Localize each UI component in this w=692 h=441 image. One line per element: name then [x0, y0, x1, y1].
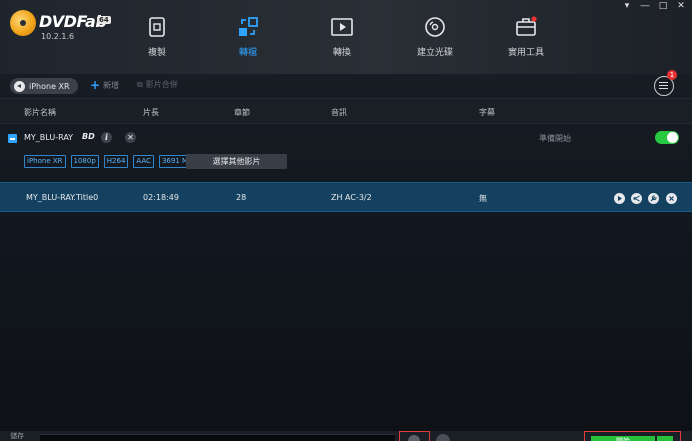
device-profile-button[interactable]: iPhone XR [10, 78, 78, 94]
menu-dropdown-icon[interactable]: ▾ [622, 0, 632, 12]
tag-audio-codec[interactable]: AAC [133, 155, 154, 168]
nav-ripper[interactable]: 轉檔 [218, 16, 278, 66]
list-icon [659, 82, 668, 89]
maximize-icon[interactable]: □ [658, 0, 668, 12]
column-chapters[interactable]: 章節 [234, 107, 250, 118]
column-subtitle[interactable]: 字幕 [479, 107, 495, 118]
settings-icon[interactable] [648, 193, 659, 204]
device-profile-label: iPhone XR [29, 81, 70, 91]
start-button[interactable]: 開始 [591, 436, 655, 441]
title-name: MY_BLU-RAY.Title0 [26, 193, 99, 202]
merge-icon: ⧉ [137, 79, 143, 89]
header: DVDFab 64 10.2.1.6 ▾ ― □ ✕ 複製 轉檔 轉換 建立光碟… [0, 0, 692, 74]
start-options-dropdown[interactable] [657, 436, 673, 441]
save-path-input[interactable] [40, 434, 395, 441]
tag-video-codec[interactable]: H264 [103, 155, 129, 168]
window-controls: ▾ ― □ ✕ [622, 0, 686, 12]
merge-videos-label: 影片合併 [145, 80, 178, 89]
nav-copy[interactable]: 複製 [127, 16, 187, 66]
ripper-icon [239, 17, 258, 36]
edit-icon[interactable] [631, 193, 642, 204]
tag-device[interactable]: iPhone XR [24, 155, 66, 168]
source-item: MY_BLU-RAY BD i ✕ 準備開始 iPhone XR 1080p H… [0, 124, 692, 178]
title-chapters: 28 [236, 193, 247, 202]
bluray-icon: BD [82, 132, 95, 141]
nav-creator-label: 建立光碟 [416, 48, 453, 58]
choose-other-title-button[interactable]: 選擇其他影片 [186, 154, 287, 169]
logo-disc-icon [10, 10, 36, 36]
add-source-label: 新增 [103, 80, 120, 90]
version-label: 10.2.1.6 [41, 32, 75, 41]
bottom-bar: 儲存 開始 [0, 431, 692, 441]
close-window-icon[interactable]: ✕ [676, 0, 686, 12]
nav-tools-label: 實用工具 [507, 48, 544, 58]
start-button-group: 開始 [584, 431, 681, 441]
queue-count-badge: 1 [667, 70, 677, 80]
column-audio[interactable]: 音訊 [331, 107, 347, 118]
nav-ripper-label: 轉檔 [238, 48, 257, 58]
source-enable-toggle[interactable] [655, 131, 679, 144]
back-arrow-icon [14, 80, 25, 92]
title-list-area [0, 212, 692, 434]
play-icon[interactable] [614, 193, 625, 204]
copy-icon [149, 17, 165, 37]
minimize-icon[interactable]: ― [640, 0, 650, 12]
remove-source-icon[interactable]: ✕ [125, 132, 136, 143]
browse-folder-button[interactable] [399, 431, 430, 441]
merge-videos-button[interactable]: ⧉ 影片合併 [137, 79, 178, 90]
app-window: DVDFab 64 10.2.1.6 ▾ ― □ ✕ 複製 轉檔 轉換 建立光碟… [0, 0, 692, 441]
column-header: 影片名稱 片長 章節 音訊 字幕 [0, 98, 692, 124]
iso-output-icon[interactable] [436, 434, 450, 441]
bits-badge: 64 [97, 16, 111, 24]
disc-creator-icon [425, 17, 445, 37]
column-duration[interactable]: 片長 [143, 107, 159, 118]
add-source-button[interactable]: + 新增 [90, 79, 119, 91]
save-to-label: 儲存 [10, 432, 24, 440]
folder-icon [408, 435, 420, 441]
app-logo: DVDFab 64 10.2.1.6 [10, 10, 120, 41]
title-subtitle[interactable]: 無 [479, 193, 487, 204]
toolbar: iPhone XR + 新增 ⧉ 影片合併 [0, 74, 692, 98]
nav-converter[interactable]: 轉換 [312, 16, 372, 66]
column-title[interactable]: 影片名稱 [24, 107, 56, 118]
title-duration: 02:18:49 [143, 193, 179, 202]
remove-title-icon[interactable] [666, 193, 677, 204]
converter-icon [331, 18, 353, 36]
plus-icon: + [90, 78, 101, 92]
info-icon[interactable]: i [101, 132, 112, 143]
toolbox-icon [516, 16, 537, 36]
nav-creator[interactable]: 建立光碟 [405, 16, 465, 66]
nav-tools[interactable]: 實用工具 [496, 16, 556, 66]
profile-tags: iPhone XR 1080p H264 AAC 3691 MB [24, 155, 196, 168]
title-audio[interactable]: ZH AC-3/2 [331, 193, 372, 202]
nav-converter-label: 轉換 [332, 48, 351, 58]
source-status: 準備開始 [539, 134, 571, 143]
collapse-toggle-icon[interactable] [8, 134, 17, 143]
title-row[interactable]: MY_BLU-RAY.Title0 02:18:49 28 ZH AC-3/2 … [0, 182, 692, 212]
source-name: MY_BLU-RAY [24, 133, 74, 142]
nav-copy-label: 複製 [147, 48, 166, 58]
tag-resolution[interactable]: 1080p [70, 155, 99, 168]
